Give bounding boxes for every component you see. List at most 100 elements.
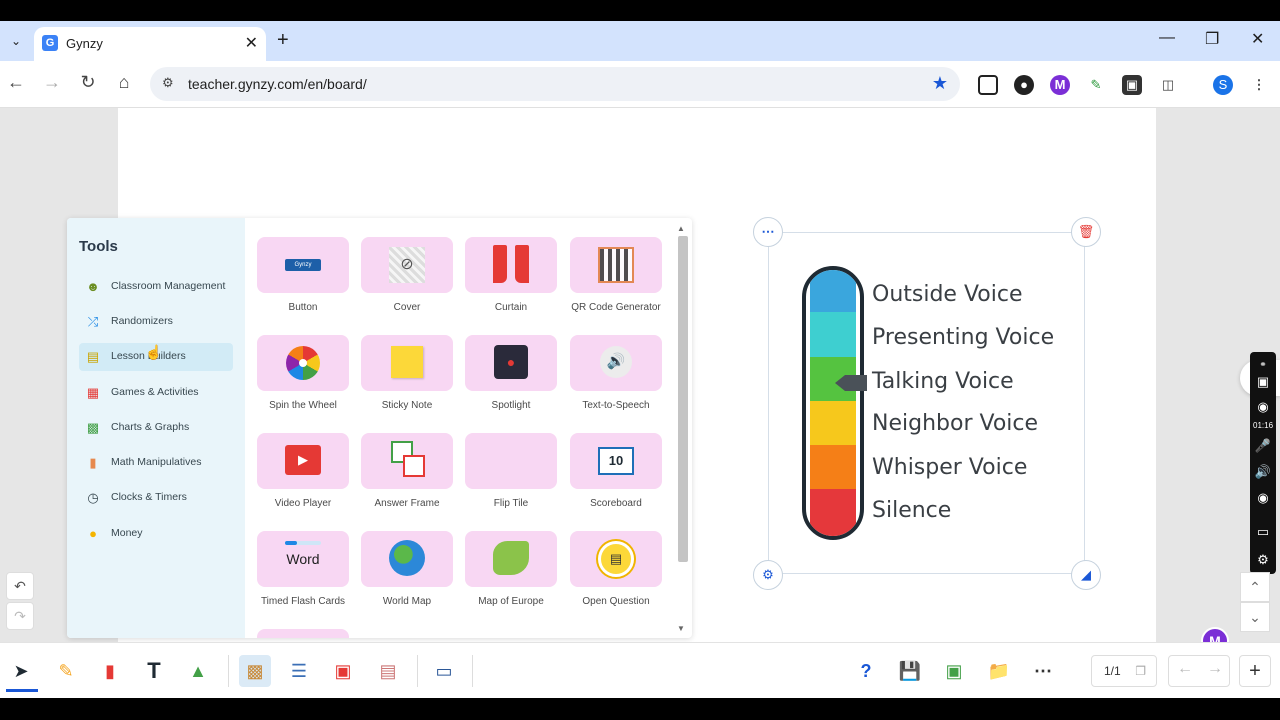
table-icon[interactable]: ▤ — [374, 657, 402, 685]
extension-qr-icon[interactable] — [978, 75, 998, 95]
toolbar-divider — [417, 655, 418, 687]
tool-qr-code-generator[interactable]: QR Code Generator — [570, 237, 662, 315]
category-math-manipulatives[interactable]: ▮ Math Manipulatives — [79, 449, 233, 477]
redo-icon[interactable]: ↷ — [6, 602, 34, 630]
address-bar: ← → ↻ ⌂ ⚙ teacher.gynzy.com/en/board/ ★ … — [0, 61, 1280, 108]
category-money[interactable]: ● Money — [79, 520, 233, 548]
category-classroom-management[interactable]: ☻ Classroom Management — [79, 273, 233, 301]
toolbar-divider — [472, 655, 473, 687]
tool-button[interactable]: Gynzy Button — [257, 237, 349, 315]
new-tab-icon[interactable]: + — [277, 29, 289, 52]
tool-world-map[interactable]: World Map — [361, 531, 453, 609]
record-icon[interactable]: ◉ — [1253, 397, 1273, 417]
tool-map-of-europe[interactable]: Map of Europe — [465, 531, 557, 609]
tool-cover[interactable]: ⊘ Cover — [361, 237, 453, 315]
selected-tool-underline — [6, 689, 38, 692]
reload-icon[interactable]: ↻ — [76, 72, 100, 93]
save-icon[interactable]: 💾 — [896, 657, 924, 685]
delete-widget-icon[interactable]: 🗑 — [1071, 217, 1101, 247]
tool-sticky-note[interactable]: Sticky Note — [361, 335, 453, 413]
more-menu-icon[interactable]: ⋮ — [1249, 75, 1269, 95]
help-icon[interactable]: ? — [852, 657, 880, 685]
category-randomizers[interactable]: ⤮ Randomizers — [79, 308, 233, 336]
media-icon[interactable]: ▣ — [329, 657, 357, 685]
text-tool-icon[interactable]: T — [140, 657, 168, 685]
tool-partial-next[interactable] — [257, 629, 349, 638]
restore-icon[interactable]: ❐ — [1205, 29, 1219, 49]
pencil-icon[interactable]: ✎ — [52, 657, 80, 685]
tool-label: Open Question — [582, 596, 650, 607]
category-clocks-timers[interactable]: ◷ Clocks & Timers — [79, 484, 233, 512]
scroll-up-arrow-icon[interactable]: ▲ — [677, 224, 685, 233]
tool-answer-frame[interactable]: Answer Frame — [361, 433, 453, 511]
tool-flip-tile[interactable]: Flip Tile — [465, 433, 557, 511]
tools-scrollbar[interactable]: ▲ ▼ — [676, 224, 688, 634]
next-page-icon[interactable]: → — [1207, 660, 1223, 678]
prev-page-icon[interactable]: ← — [1177, 660, 1193, 678]
bottom-black-bar — [0, 698, 1280, 720]
open-folder-icon[interactable]: 📁 — [985, 657, 1013, 685]
tab-gynzy[interactable]: G Gynzy ✕ — [34, 27, 266, 61]
tool-spotlight[interactable]: ● Spotlight — [465, 335, 557, 413]
tool-open-question[interactable]: ▤ Open Question — [570, 531, 662, 609]
undo-icon[interactable]: ↶ — [6, 572, 34, 600]
screen-icon[interactable]: ▭ — [1253, 522, 1273, 542]
tool-text-to-speech[interactable]: 🔊 Text-to-Speech — [570, 335, 662, 413]
scroll-down-arrow-icon[interactable]: ▼ — [677, 624, 685, 633]
category-games-activities[interactable]: ▦ Games & Activities — [79, 379, 233, 407]
home-icon[interactable]: ⌂ — [112, 72, 136, 93]
library-icon[interactable]: ☰ — [285, 657, 313, 685]
tools-box-icon[interactable]: ▩ — [241, 657, 269, 685]
extension-m-icon[interactable]: M — [1050, 75, 1070, 95]
more-options-icon[interactable]: ⋯ — [1029, 657, 1057, 685]
back-icon[interactable]: ← — [4, 72, 28, 93]
site-settings-icon[interactable]: ⚙ — [162, 75, 174, 91]
tool-video-player[interactable]: ▶ Video Player — [257, 433, 349, 511]
tools-sidebar: Tools ☻ Classroom Management ⤮ Randomize… — [67, 218, 245, 638]
tool-timed-flash-cards[interactable]: Word Timed Flash Cards — [257, 531, 349, 609]
omnibox[interactable]: ⚙ teacher.gynzy.com/en/board/ ★ — [150, 67, 960, 101]
shapes-icon[interactable]: ▲ — [184, 657, 212, 685]
url-text[interactable]: teacher.gynzy.com/en/board/ — [188, 76, 367, 92]
recorder-link-icon[interactable]: ⚭ — [1253, 354, 1273, 374]
recorder-toolbar: ⚭ ▣ ◉ 01:16 🎤 🔊 ◉ ▭ ⚙ — [1250, 352, 1276, 574]
close-window-icon[interactable]: ✕ — [1251, 29, 1264, 49]
category-charts-graphs[interactable]: ▩ Charts & Graphs — [79, 414, 233, 442]
bookmark-star-icon[interactable]: ★ — [932, 73, 948, 94]
extensions-puzzle-icon[interactable]: ◫ — [1158, 75, 1178, 95]
eraser-icon[interactable]: ▮ — [96, 657, 124, 685]
scroll-up-icon[interactable]: ⌃ — [1240, 572, 1270, 602]
add-page-icon[interactable]: + — [1239, 655, 1271, 687]
tab-search-icon[interactable]: ⌄ — [6, 31, 26, 51]
forward-icon[interactable]: → — [40, 72, 64, 93]
add-image-icon[interactable]: ▣ — [940, 657, 968, 685]
webcam-icon[interactable]: ◉ — [1253, 488, 1273, 508]
page-indicator[interactable]: 1/1 ❐ — [1091, 655, 1157, 687]
category-label: Charts & Graphs — [111, 421, 190, 433]
microphone-icon[interactable]: 🎤 — [1253, 436, 1273, 456]
select-pointer-icon[interactable]: ➤ — [7, 657, 35, 685]
profile-avatar[interactable]: S — [1213, 75, 1233, 95]
widget-resize-icon[interactable]: ◢ — [1071, 560, 1101, 590]
tool-scoreboard[interactable]: 10 Scoreboard — [570, 433, 662, 511]
volume-icon[interactable]: 🔊 — [1253, 462, 1273, 482]
minimize-icon[interactable]: — — [1159, 29, 1175, 47]
recorder-settings-icon[interactable]: ⚙ — [1253, 550, 1273, 570]
extension-dark-icon[interactable]: ▣ — [1122, 75, 1142, 95]
tool-label: Flip Tile — [493, 498, 529, 509]
widget-more-options-icon[interactable]: ⋯ — [753, 217, 783, 247]
scroll-thumb[interactable] — [678, 236, 688, 562]
chart-icon: ▩ — [86, 420, 100, 435]
scroll-down-icon[interactable]: ⌄ — [1240, 602, 1270, 632]
tool-spin-the-wheel[interactable]: Spin the Wheel — [257, 335, 349, 413]
screen-share-icon[interactable]: ▭ — [430, 657, 458, 685]
camera-icon[interactable]: ▣ — [1253, 372, 1273, 392]
extension-pen-icon[interactable]: ✎ — [1086, 75, 1106, 95]
meter-segment-whisper — [810, 445, 856, 489]
close-tab-icon[interactable]: ✕ — [245, 33, 258, 53]
meter-pointer-icon[interactable] — [835, 375, 867, 391]
extension-robot-icon[interactable]: ● — [1014, 75, 1034, 95]
tool-curtain[interactable]: Curtain — [465, 237, 557, 315]
widget-settings-icon[interactable]: ⚙ — [753, 560, 783, 590]
tool-label: Map of Europe — [478, 596, 544, 607]
